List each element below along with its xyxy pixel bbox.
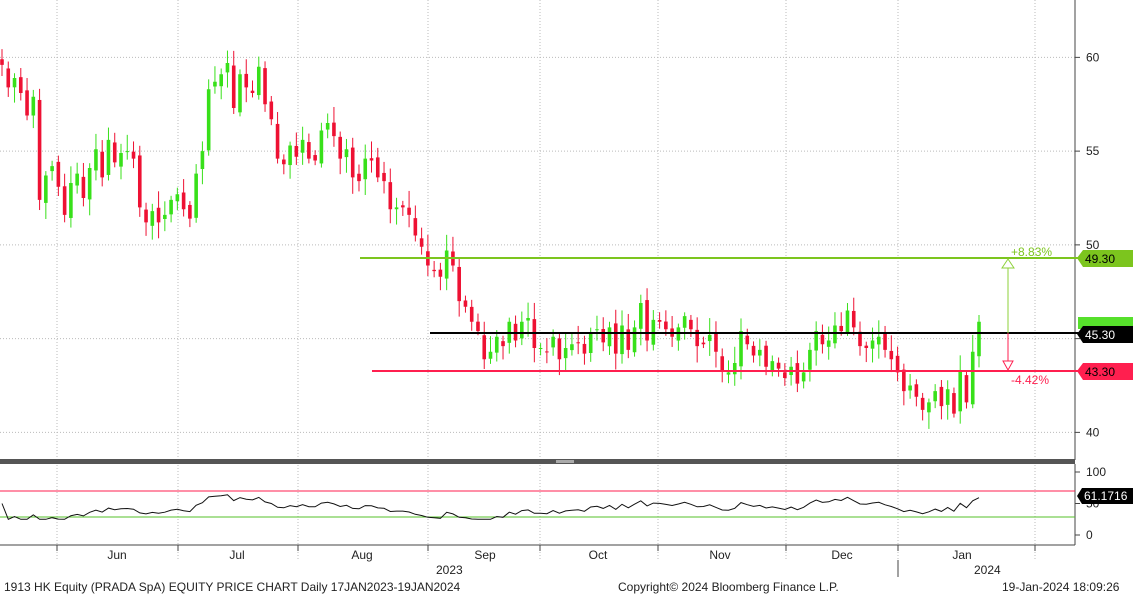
panel-divider[interactable] [0,459,1075,464]
month-label-dec: Dec [831,548,852,562]
month-label-jul: Jul [229,548,244,562]
level-tag-45-30: 45.30 [1077,326,1133,343]
month-label-sep: Sep [474,548,496,562]
year-label-2024: 2024 [974,563,1001,577]
month-label-jun: Jun [107,548,126,562]
level-tag-43-30: 43.30 [1077,363,1133,380]
price-tick-label-50: 50 [1086,238,1100,252]
down-pct-label: -4.42% [1011,373,1049,387]
up-pct-label: +8.83% [1011,245,1052,259]
candle [37,88,42,211]
footer-copyright: Copyright© 2024 Bloomberg Finance L.P. [618,580,839,594]
price-tick-label-40: 40 [1086,425,1100,439]
rsi-tick-label-100: 100 [1086,465,1106,479]
chart-footer: 1913 HK Equity (PRADA SpA) EQUITY PRICE … [0,578,1133,596]
footer-security-description: 1913 HK Equity (PRADA SpA) EQUITY PRICE … [4,580,461,594]
month-label-oct: Oct [589,548,608,562]
month-label-jan: Jan [952,548,971,562]
month-label-aug: Aug [351,548,372,562]
level-tag-45-30-text: 45.30 [1085,328,1115,342]
rsi-value-text: 61.1716 [1084,489,1128,503]
candle [238,69,242,117]
year-label-2023: 2023 [436,563,463,577]
price-tick-label-60: 60 [1086,50,1100,64]
rsi-value-tag: 61.1716 [1077,488,1133,504]
panel-divider-grip[interactable] [556,460,574,463]
level-tag-43-30-text: 43.30 [1085,365,1115,379]
footer-timestamp: 19-Jan-2024 18:09:26 [1002,580,1120,594]
level-tag-49-30: 49.30 [1077,250,1133,267]
price-chart[interactable]: +8.83% -4.42% 4045505560 49.30 45.30 43.… [0,0,1133,578]
candle [206,79,211,156]
candle [137,145,142,217]
rsi-tick-label-0: 0 [1086,528,1093,542]
level-tag-49-30-text: 49.30 [1085,252,1115,266]
month-label-nov: Nov [709,548,730,562]
price-tick-label-55: 55 [1086,144,1100,158]
